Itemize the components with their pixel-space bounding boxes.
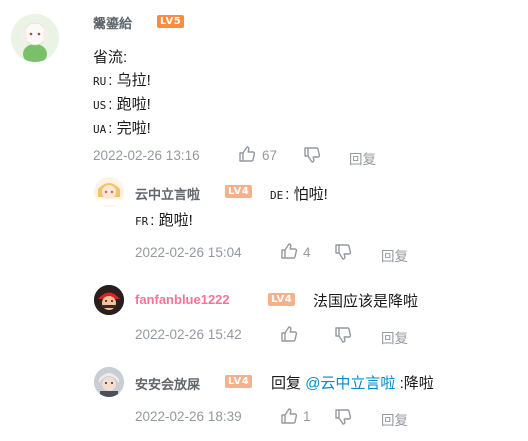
timestamp: 2022-02-26 18:39	[135, 409, 242, 424]
country-code: UA	[93, 123, 107, 136]
comment-line: 省流:	[93, 46, 127, 67]
like-icon[interactable]	[280, 325, 298, 343]
country-code: RU	[93, 75, 107, 88]
colon: :	[150, 212, 155, 229]
like-count: 1	[303, 409, 311, 424]
dislike-icon[interactable]	[334, 326, 352, 344]
timestamp: 2022-02-26 15:04	[135, 245, 242, 260]
reply-prefix: 回复	[271, 375, 302, 392]
like-icon[interactable]	[238, 145, 256, 163]
colon: :	[108, 72, 113, 89]
username[interactable]: 安安会放屎	[135, 374, 200, 393]
level-badge: LV4	[225, 375, 253, 388]
reply-button[interactable]: 回复	[381, 245, 408, 265]
comment-text: 省流:	[93, 49, 128, 66]
comment-line: RU: 乌拉!	[93, 69, 151, 90]
comment-line: US: 跑啦!	[93, 93, 151, 114]
username[interactable]: 云中立言啦	[135, 184, 200, 203]
level-badge: LV4	[268, 293, 296, 306]
username[interactable]: 鬶鎏給	[93, 13, 132, 32]
like-count: 4	[303, 245, 311, 260]
comment-line: FR: 跑啦!	[135, 209, 193, 230]
comment-line: UA: 完啦!	[93, 117, 151, 138]
level-badge: LV5	[157, 15, 185, 28]
colon: :	[108, 120, 113, 137]
comment-text: 跑啦!	[158, 212, 193, 229]
dislike-icon[interactable]	[334, 408, 352, 426]
colon: :	[108, 96, 113, 113]
avatar[interactable]	[94, 367, 124, 397]
avatar[interactable]	[11, 14, 59, 62]
dislike-icon[interactable]	[334, 243, 352, 261]
country-code: FR	[135, 215, 149, 228]
comment-text: :降啦	[399, 375, 434, 392]
reply-button[interactable]: 回复	[349, 148, 376, 168]
dislike-icon[interactable]	[303, 146, 321, 164]
country-code: US	[93, 99, 107, 112]
colon: :	[285, 186, 290, 203]
mention-link[interactable]: @云中立言啦	[305, 375, 395, 392]
avatar[interactable]	[94, 177, 124, 207]
comment-line: 回复 @云中立言啦 :降啦	[271, 372, 434, 393]
like-count: 67	[262, 148, 278, 163]
comment-text: 跑啦!	[116, 96, 151, 113]
comment-text: 完啦!	[116, 120, 151, 137]
avatar[interactable]	[94, 285, 124, 315]
comment-text: 怕啦!	[293, 186, 328, 203]
like-icon[interactable]	[280, 407, 298, 425]
like-icon[interactable]	[280, 242, 298, 260]
comment-text: 乌拉!	[116, 72, 151, 89]
comment-text: 法国应该是降啦	[313, 293, 419, 310]
username[interactable]: fanfanblue1222	[135, 292, 230, 307]
timestamp: 2022-02-26 13:16	[93, 148, 200, 163]
reply-button[interactable]: 回复	[381, 409, 408, 429]
comment-line: DE: 怕啦!	[270, 183, 328, 204]
level-badge: LV4	[225, 185, 253, 198]
country-code: DE	[270, 189, 284, 202]
reply-button[interactable]: 回复	[381, 327, 408, 347]
timestamp: 2022-02-26 15:42	[135, 327, 242, 342]
